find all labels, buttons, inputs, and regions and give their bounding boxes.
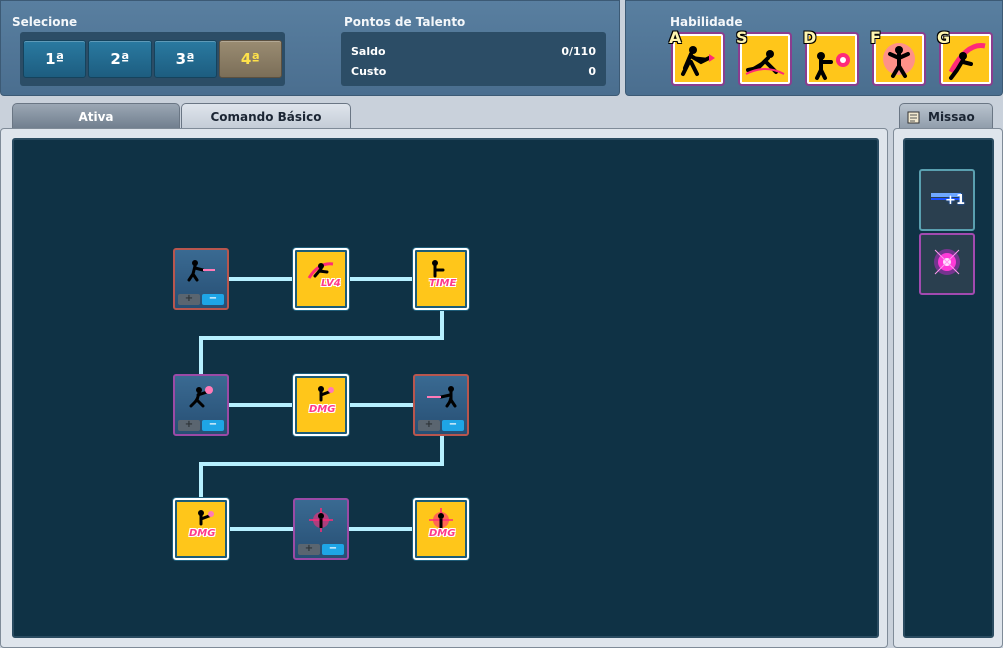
tab-missao-label: Missao: [928, 109, 975, 124]
tree-connector: [349, 403, 415, 407]
tree-connector: [229, 277, 295, 281]
tree-connector: [229, 527, 295, 531]
tree-connector: [199, 336, 444, 340]
mission-item-ammo[interactable]: +1: [919, 169, 975, 231]
talent-points-title: Pontos de Talento: [344, 15, 466, 29]
talent-node-r1-c2[interactable]: LV4: [293, 248, 349, 310]
ammo-plus-text: +1: [945, 193, 965, 208]
blast-skill-icon: [427, 386, 457, 408]
talent-node-r2-c3[interactable]: + −: [413, 374, 469, 436]
add-point-button[interactable]: +: [178, 420, 200, 431]
tree-connector: [349, 527, 415, 531]
talent-node-r2-c2[interactable]: DMG: [293, 374, 349, 436]
tab-ativa[interactable]: Ativa: [12, 103, 180, 129]
custo-value: 0: [588, 64, 596, 78]
skill-key-a: A: [669, 28, 682, 47]
add-point-button[interactable]: +: [298, 544, 320, 555]
remove-point-button[interactable]: −: [442, 420, 464, 431]
skill-key-f: F: [870, 28, 881, 47]
mission-item-magic[interactable]: [919, 233, 975, 295]
talent-points-box: Saldo 0/110 Custo 0: [341, 32, 606, 86]
skill-slot-d[interactable]: D: [803, 28, 859, 86]
build-button-2[interactable]: 2ª: [88, 40, 152, 78]
talent-node-r3-c2[interactable]: + −: [293, 498, 349, 560]
target-skill-icon: [309, 508, 333, 532]
talent-node-r1-c1[interactable]: + −: [173, 248, 229, 310]
add-point-button[interactable]: +: [418, 420, 440, 431]
shoot-skill-icon: [187, 260, 215, 282]
talent-node-r1-c3[interactable]: TIME: [413, 248, 469, 310]
build-button-3[interactable]: 3ª: [153, 40, 217, 78]
tree-connector: [199, 336, 203, 376]
skill-key-d: D: [803, 28, 817, 47]
skill-slot-f[interactable]: F: [870, 28, 926, 86]
talent-node-r2-c1[interactable]: + −: [173, 374, 229, 436]
remove-point-button[interactable]: −: [202, 294, 224, 305]
magic-orb-icon: [934, 249, 960, 275]
remove-point-button[interactable]: −: [322, 544, 344, 555]
saldo-value: 0/110: [561, 44, 596, 58]
custo-label: Custo: [351, 64, 387, 78]
skill-slot-g[interactable]: G: [937, 28, 993, 86]
tree-connector: [229, 403, 295, 407]
tree-connector: [349, 277, 415, 281]
scroll-icon: [907, 111, 920, 123]
node-tag: DMG: [189, 528, 216, 539]
remove-point-button[interactable]: −: [202, 420, 224, 431]
tab-missao[interactable]: Missao: [899, 103, 993, 129]
skill-key-g: G: [937, 28, 951, 47]
tree-connector: [199, 462, 444, 466]
build-button-1[interactable]: 1ª: [23, 40, 87, 78]
spin-skill-icon: [189, 386, 213, 408]
node-tag: DMG: [309, 404, 336, 415]
select-label: Selecione: [12, 15, 78, 29]
build-button-4[interactable]: 4ª: [218, 40, 282, 78]
node-tag: TIME: [429, 278, 457, 289]
node-tag: DMG: [429, 528, 456, 539]
node-tag: LV4: [321, 278, 341, 289]
tree-connector: [199, 462, 203, 500]
talent-node-r3-c3[interactable]: DMG: [413, 498, 469, 560]
skills-title: Habilidade: [670, 15, 743, 29]
saldo-label: Saldo: [351, 44, 386, 58]
skill-slot-s[interactable]: S: [736, 28, 792, 86]
skill-key-s: S: [736, 28, 748, 47]
tab-comando-basico[interactable]: Comando Básico: [181, 103, 351, 129]
talent-node-r3-c1[interactable]: DMG: [173, 498, 229, 560]
add-point-button[interactable]: +: [178, 294, 200, 305]
skill-slot-a[interactable]: A: [669, 28, 725, 86]
build-selector: 1ª 2ª 3ª 4ª: [20, 32, 285, 86]
burst-skill-icon: [883, 43, 915, 78]
